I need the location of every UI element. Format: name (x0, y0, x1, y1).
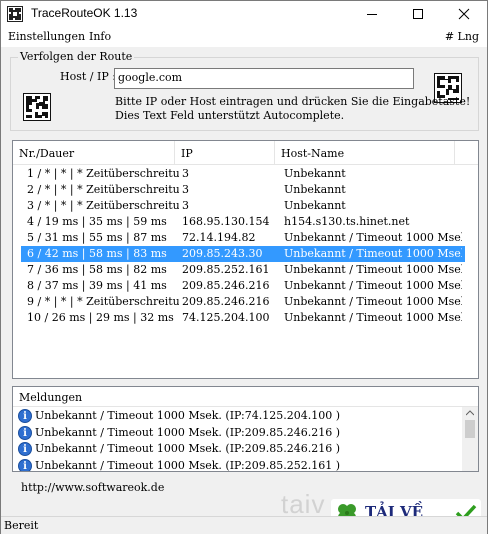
messages-panel: Meldungen i Unbekannt / Timeout 1000 Msek… (12, 386, 479, 472)
window-title: TraceRouteOK 1.13 (31, 6, 138, 20)
table-row[interactable]: 7 / 36 ms | 58 ms | 82 ms 209.85.252.161 U… (21, 262, 465, 278)
message-item: i Unbekannt / Timeout 1000 Msek. (IP:209.… (18, 442, 340, 458)
cell-nr: 3 / * | * | * Zeitüberschreitun... (27, 199, 179, 212)
message-text: Unbekannt / Timeout 1000 Msek. (IP:209.8… (35, 442, 341, 455)
menu-settings[interactable]: Einstellungen (8, 30, 85, 43)
close-button[interactable] (441, 1, 487, 27)
table-row[interactable]: 10 / 26 ms | 29 ms | 32 ms 74.125.204.100… (21, 310, 465, 326)
cell-host: Unbekannt / Timeout 1000 Msek.... (284, 279, 462, 292)
table-row[interactable]: 1 / * | * | * Zeitüberschreitun...3 Unbek… (21, 166, 465, 182)
table-row[interactable]: 3 / * | * | * Zeitüberschreitun...3 Unbek… (21, 198, 465, 214)
status-bar: Bereit (1, 516, 487, 534)
cell-host: h154.s130.ts.hinet.net (284, 215, 410, 228)
cell-host: Unbekannt / Timeout 1000 Msek.... (284, 231, 462, 244)
message-text: Unbekannt / Timeout 1000 Msek. (IP:209.8… (35, 425, 341, 439)
column-header-host[interactable]: Host-Name (275, 141, 455, 165)
messages-header: Meldungen (13, 387, 478, 407)
list-header: Nr./Dauer IP Host-Name (13, 141, 478, 165)
cell-nr: 8 / 37 ms | 39 ms | 41 ms (27, 279, 167, 292)
messages-scrollbar[interactable] (462, 407, 478, 471)
message-text: Unbekannt / Timeout 1000 Msek. (IP:74.12… (35, 409, 341, 422)
table-row[interactable]: 9 / * | * | * Zeitüberschreitun...209.85… (21, 294, 465, 310)
cell-host: Unbekannt / Timeout 1000 Msek.... (284, 295, 462, 308)
cell-host: Unbekannt (284, 183, 346, 196)
cell-ip: 209.85.246.216 (182, 279, 270, 292)
maximize-icon (413, 9, 423, 19)
app-icon (7, 6, 23, 22)
table-row[interactable]: 5 / 31 ms | 55 ms | 87 ms 72.14.194.82 Unb… (21, 230, 465, 246)
info-icon: i (18, 458, 32, 471)
hint-line-2: Dies Text Feld unterstützt Autocomplete. (115, 109, 345, 122)
cell-ip: 74.125.204.100 (182, 311, 270, 324)
cell-ip: 168.95.130.154 (182, 215, 270, 228)
cell-nr: 4 / 19 ms | 35 ms | 59 ms (27, 215, 167, 228)
table-row[interactable]: 6 / 42 ms | 58 ms | 83 ms 209.85.243.30 Un… (21, 246, 465, 262)
status-text: Bereit (4, 519, 39, 532)
info-icon: i (18, 442, 32, 456)
table-row[interactable]: 8 / 37 ms | 39 ms | 41 ms 209.85.246.216 U… (21, 278, 465, 294)
cell-host: Unbekannt / Timeout 1000 Msek.... (284, 247, 462, 260)
cell-nr: 1 / * | * | * Zeitüberschreitun... (27, 167, 179, 180)
cell-host: Unbekannt / Timeout 1000 Msek.... (284, 263, 462, 276)
title-bar: TraceRouteOK 1.13 (1, 1, 487, 27)
menu-info[interactable]: Info (89, 30, 111, 43)
cell-host: Unbekannt (284, 167, 346, 180)
minimize-icon (367, 14, 377, 15)
info-icon: i (18, 425, 32, 440)
hint-text: Bitte IP oder Host eintragen und drücken… (115, 95, 470, 123)
cell-nr: 10 / 26 ms | 29 ms | 32 ms (27, 311, 174, 324)
cell-host: Unbekannt (284, 199, 346, 212)
cell-nr: 5 / 31 ms | 55 ms | 87 ms (27, 231, 167, 244)
group-label: Verfolgen der Route (18, 50, 135, 63)
cell-ip: 72.14.194.82 (182, 231, 256, 244)
table-row[interactable]: 2 / * | * | * Zeitüberschreitun...3 Unbek… (21, 182, 465, 198)
cell-nr: 2 / * | * | * Zeitüberschreitun... (27, 183, 179, 196)
column-header-nr[interactable]: Nr./Dauer (13, 141, 175, 165)
message-text: Unbekannt / Timeout 1000 Msek. (IP:209.8… (35, 458, 341, 472)
table-row[interactable]: 4 / 19 ms | 35 ms | 59 ms 168.95.130.154 h… (21, 214, 465, 230)
message-item: i Unbekannt / Timeout 1000 Msek. (IP:209.… (18, 425, 341, 442)
cell-ip: 3 (182, 183, 189, 196)
cell-nr: 9 / * | * | * Zeitüberschreitun... (27, 295, 179, 308)
minimize-button[interactable] (349, 1, 395, 27)
website-link[interactable]: http://www.softwareok.de (21, 481, 164, 494)
cell-ip: 3 (182, 199, 189, 212)
close-icon (458, 8, 470, 20)
menu-bar: Einstellungen Info # Lng (1, 27, 487, 47)
app-window: TraceRouteOK 1.13 Einstellungen Info # L… (0, 0, 488, 534)
menu-language[interactable]: # Lng (445, 30, 479, 43)
cell-host: Unbekannt / Timeout 1000 Msek.... (284, 311, 462, 324)
hint-line-1: Bitte IP oder Host eintragen und drücken… (115, 95, 471, 108)
host-label: Host / IP : (60, 70, 116, 83)
cell-nr: 7 / 36 ms | 58 ms | 82 ms (27, 263, 167, 276)
maze-icon-left[interactable] (23, 93, 51, 121)
cell-nr: 6 / 42 ms | 58 ms | 83 ms (27, 247, 167, 260)
info-icon: i (18, 409, 32, 423)
host-input[interactable]: google.com (114, 68, 414, 89)
column-header-ip[interactable]: IP (175, 141, 275, 165)
route-list[interactable]: Nr./Dauer IP Host-Name 1 / * | * | * Zei… (12, 140, 479, 379)
scrollbar-thumb[interactable] (465, 420, 475, 438)
maximize-button[interactable] (395, 1, 441, 27)
cell-ip: 209.85.243.30 (182, 247, 263, 260)
message-item: i Unbekannt / Timeout 1000 Msek. (IP:74.1… (18, 409, 340, 425)
cell-ip: 209.85.246.216 (182, 295, 270, 308)
message-item: i Unbekannt / Timeout 1000 Msek. (IP:209.… (18, 458, 341, 472)
scroll-up-icon[interactable] (466, 410, 474, 416)
cell-ip: 209.85.252.161 (182, 263, 270, 276)
cell-ip: 3 (182, 167, 189, 180)
